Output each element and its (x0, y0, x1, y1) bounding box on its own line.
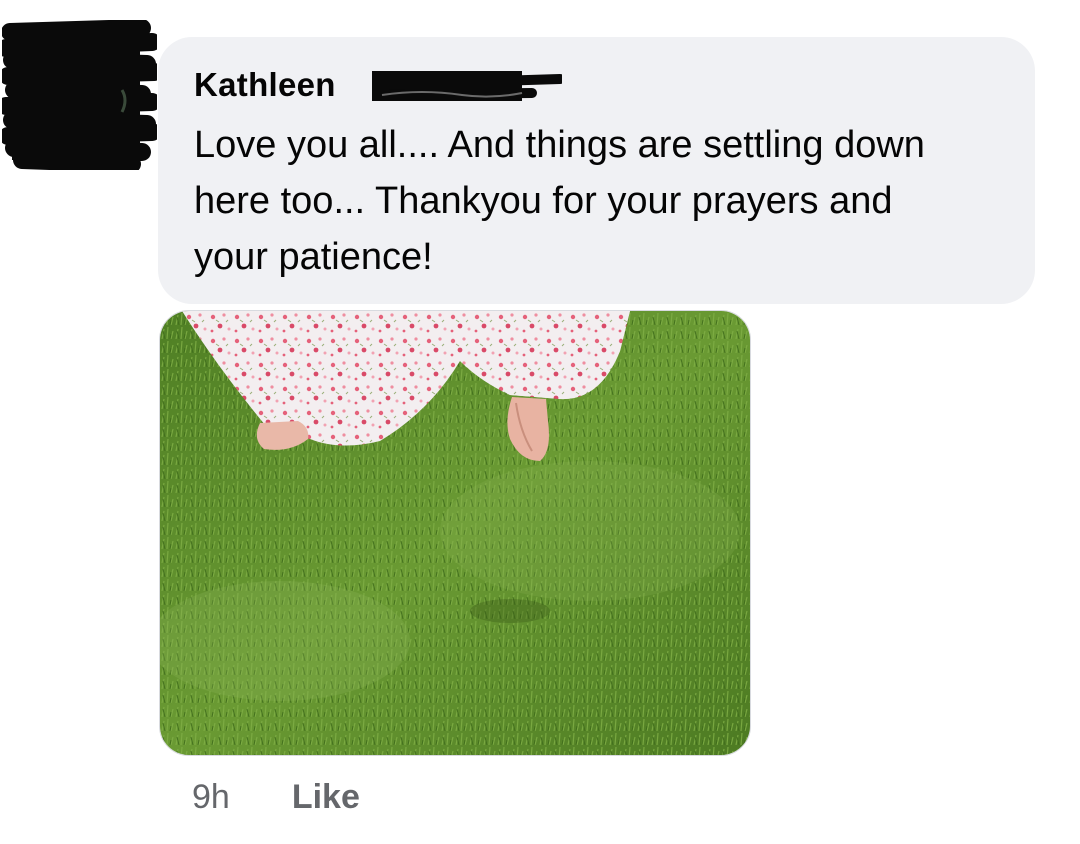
author-row: Kathleen (194, 65, 999, 117)
like-button[interactable]: Like (292, 778, 360, 817)
redacted-surname (372, 71, 562, 101)
redacted-avatar-scribble (0, 19, 163, 173)
timestamp[interactable]: 9h (192, 778, 230, 817)
comment-text: Love you all.... And things are settling… (194, 124, 925, 278)
comment-bubble: Kathleen Love you all.... And things are… (158, 37, 1035, 304)
grass-photo-icon (160, 311, 750, 755)
avatar[interactable] (0, 19, 163, 173)
photo-attachment[interactable] (159, 310, 751, 756)
comment-meta: 9h Like (192, 772, 360, 822)
author-name[interactable]: Kathleen (194, 65, 336, 105)
comment-thread: Kathleen Love you all.... And things are… (0, 0, 1080, 844)
